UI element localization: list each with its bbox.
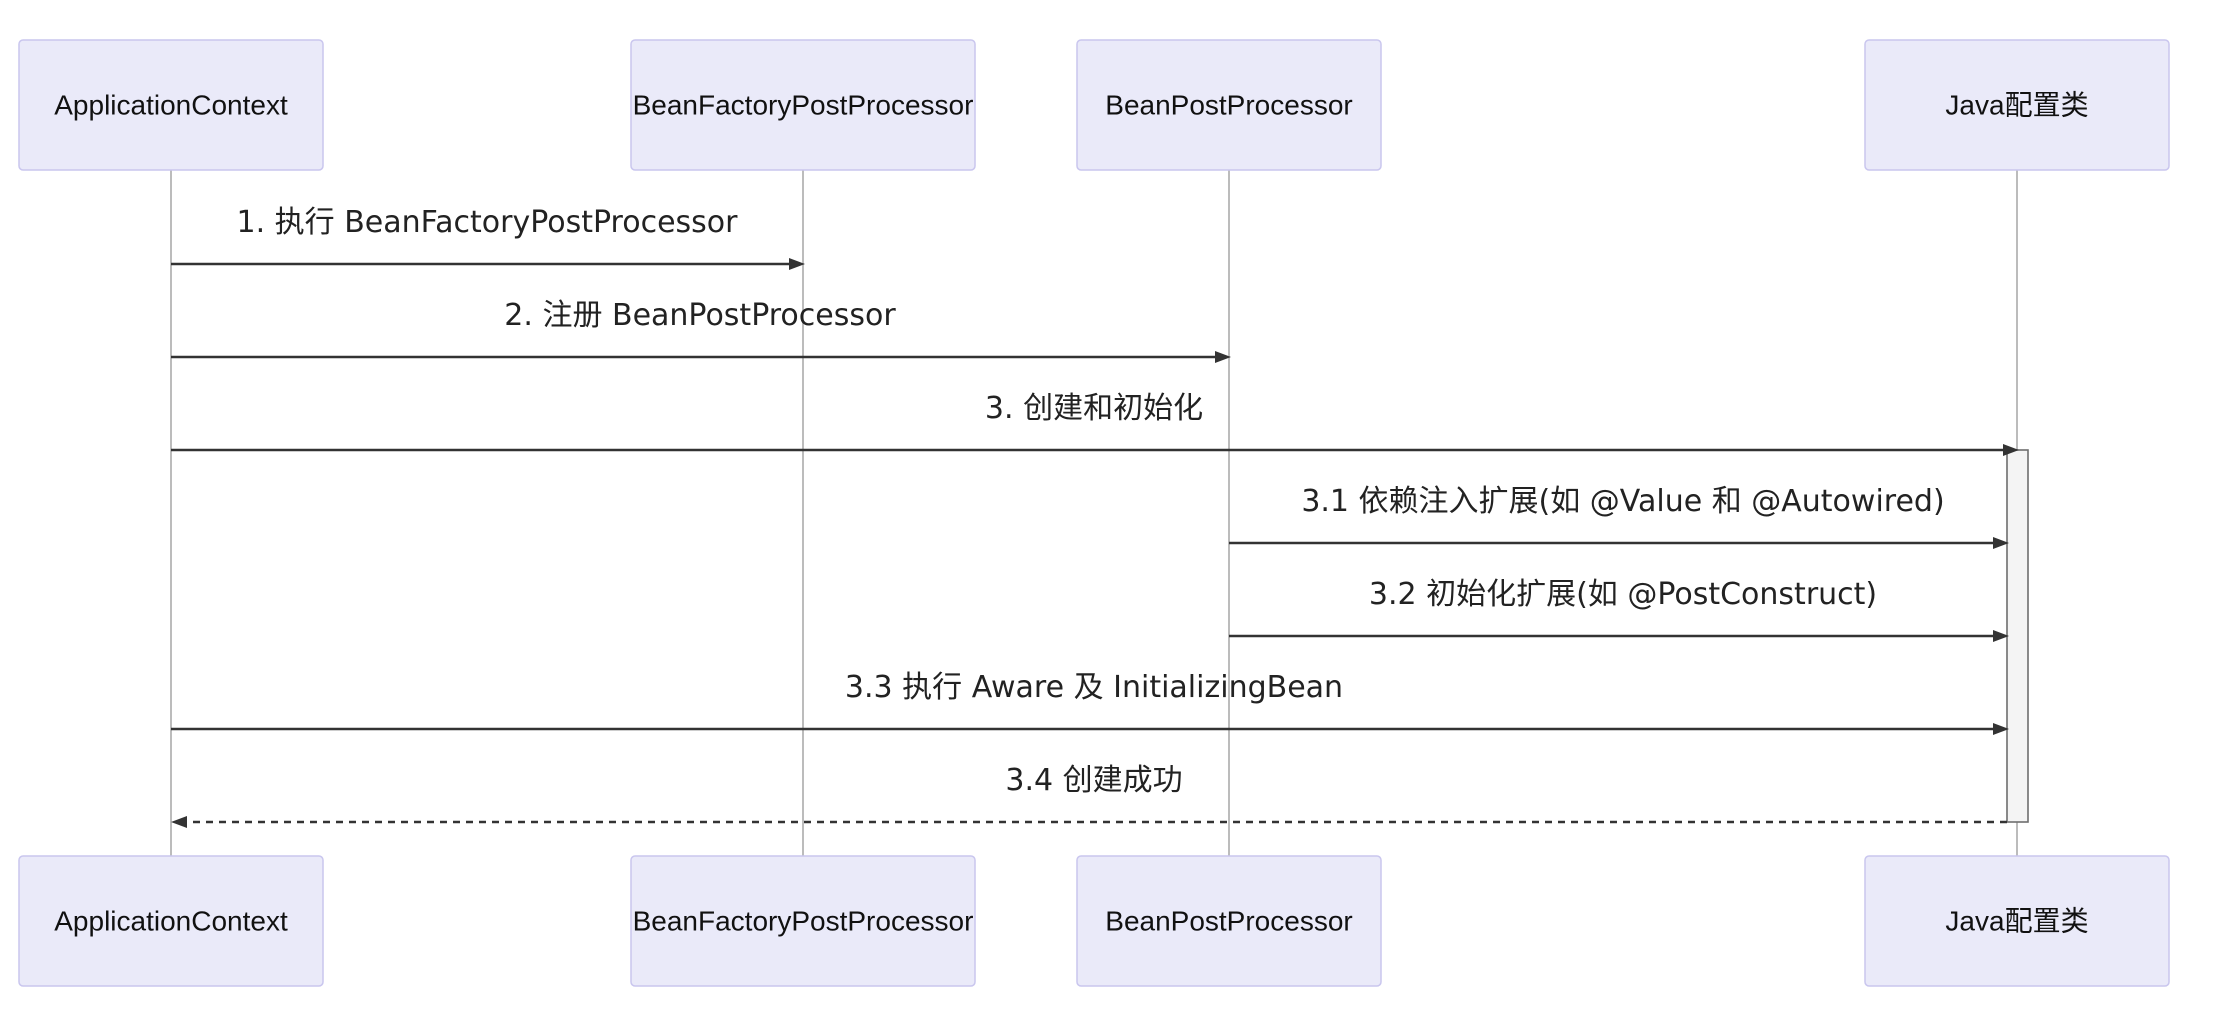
actor-label: Java配置类: [1945, 906, 2088, 937]
actor-top-bpp: BeanPostProcessor: [1076, 39, 1382, 171]
message-4: 3.1 依赖注入扩展(如 @Value 和 @Autowired): [1229, 484, 2009, 549]
actor-label: BeanFactoryPostProcessor: [633, 90, 974, 121]
sequence-diagram: 1. 执行 BeanFactoryPostProcessor 2. 注册 Bean…: [18, 39, 2170, 987]
messages: 1. 执行 BeanFactoryPostProcessor 2. 注册 Bean…: [171, 205, 2019, 828]
actor-bottom-cfg: Java配置类: [1864, 855, 2170, 987]
message-1: 1. 执行 BeanFactoryPostProcessor: [171, 205, 805, 270]
message-3: 3. 创建和初始化: [171, 391, 2019, 456]
message-2: 2. 注册 BeanPostProcessor: [171, 298, 1231, 363]
message-7: 3.4 创建成功: [171, 763, 2007, 828]
actor-bottom-bfpp: BeanFactoryPostProcessor: [630, 855, 976, 987]
actor-label: ApplicationContext: [54, 906, 288, 937]
actor-bottom-bpp: BeanPostProcessor: [1076, 855, 1382, 987]
message-5: 3.2 初始化扩展(如 @PostConstruct): [1229, 577, 2009, 642]
actor-top-cfg: Java配置类: [1864, 39, 2170, 171]
message-label: 3.2 初始化扩展(如 @PostConstruct): [1369, 577, 1877, 612]
actor-bottom-ctx: ApplicationContext: [18, 855, 324, 987]
message-label: 3.1 依赖注入扩展(如 @Value 和 @Autowired): [1301, 484, 1944, 519]
activations: [2006, 449, 2029, 823]
activation-bar: [2006, 449, 2029, 823]
message-label: 2. 注册 BeanPostProcessor: [504, 298, 896, 333]
actor-label: BeanFactoryPostProcessor: [633, 906, 974, 937]
actor-label: BeanPostProcessor: [1105, 90, 1352, 121]
message-label: 1. 执行 BeanFactoryPostProcessor: [237, 205, 739, 240]
message-6: 3.3 执行 Aware 及 InitializingBean: [171, 670, 2009, 735]
message-label: 3. 创建和初始化: [985, 391, 1203, 426]
actor-label: Java配置类: [1945, 90, 2088, 121]
actor-top-ctx: ApplicationContext: [18, 39, 324, 171]
actor-label: BeanPostProcessor: [1105, 906, 1352, 937]
arrowhead: [171, 816, 187, 828]
message-label: 3.4 创建成功: [1005, 763, 1182, 798]
actor-label: ApplicationContext: [54, 90, 288, 121]
message-label: 3.3 执行 Aware 及 InitializingBean: [845, 670, 1343, 705]
actor-top-bfpp: BeanFactoryPostProcessor: [630, 39, 976, 171]
